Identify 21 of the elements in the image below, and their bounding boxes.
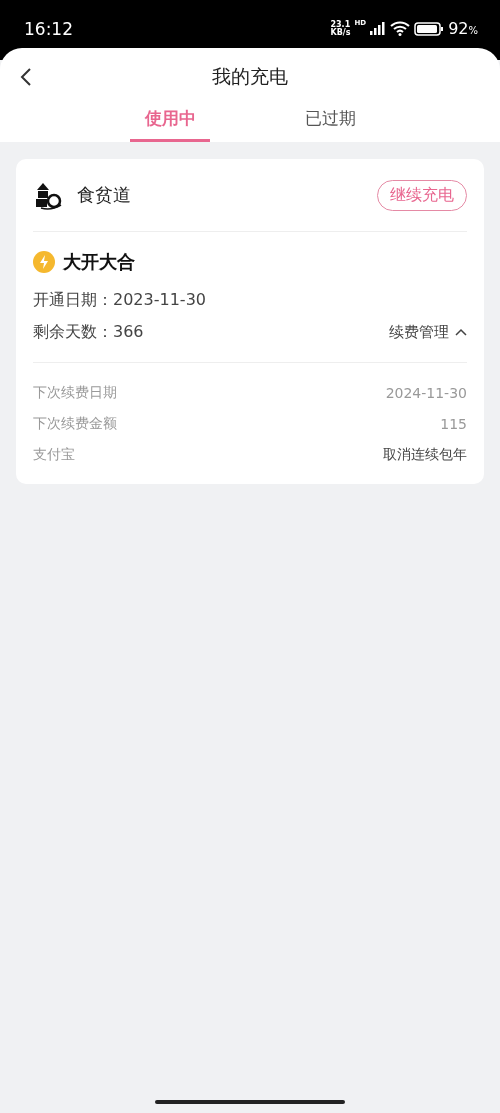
detail-value: 2024-11-30 bbox=[385, 384, 467, 401]
detail-label: 下次续费日期 bbox=[33, 383, 117, 402]
lightning-icon bbox=[33, 251, 55, 273]
detail-label: 下次续费金额 bbox=[33, 414, 117, 433]
wifi-icon bbox=[390, 21, 411, 36]
page-title: 我的充电 bbox=[212, 64, 288, 89]
battery-icon bbox=[414, 21, 445, 36]
start-date: 开通日期：2023-11-30 bbox=[33, 289, 206, 311]
creator-name: 食贫道 bbox=[77, 183, 132, 207]
tab[interactable]: 已过期 bbox=[290, 106, 370, 142]
remaining-days: 剩余天数：366 bbox=[33, 321, 144, 343]
plan-name: 大开大合 bbox=[63, 250, 135, 274]
renewal-manage-button[interactable]: 续费管理 bbox=[389, 322, 467, 342]
caret-icon bbox=[455, 328, 467, 336]
battery-level: 92% bbox=[448, 19, 478, 38]
detail-label: 支付宝 bbox=[33, 445, 75, 464]
detail-value: 115 bbox=[440, 415, 467, 432]
network-speed: 23.1 KB/s bbox=[330, 20, 351, 37]
signal-icon bbox=[370, 22, 387, 35]
status-time: 16:12 bbox=[24, 19, 73, 39]
cancel-renewal-link[interactable]: 取消连续包年 bbox=[383, 445, 467, 464]
